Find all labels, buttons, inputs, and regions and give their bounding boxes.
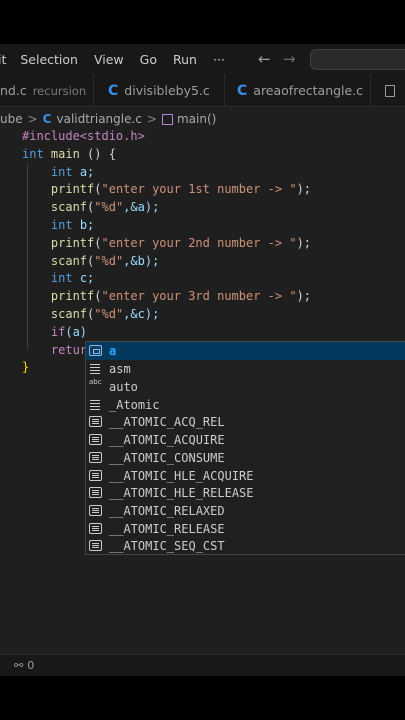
snippet-icon	[89, 470, 102, 482]
code-line: int b;	[50, 217, 95, 232]
snippet-icon	[89, 505, 102, 517]
code-line: scanf("%d",&a);	[50, 200, 160, 215]
suggestion-item[interactable]: __ATOMIC_RELEASE	[86, 520, 405, 538]
suggestion-item[interactable]: __ATOMIC_ACQ_REL	[86, 413, 405, 431]
code-line: printf("enter your 2nd number -> ");	[50, 235, 312, 250]
text-icon	[89, 378, 102, 392]
tab-label: areaofrectangle.c	[253, 83, 364, 98]
snippet-icon	[89, 416, 102, 428]
menu-go[interactable]: Go	[140, 52, 157, 67]
symbol-method-icon	[161, 113, 173, 125]
forward-arrow-icon[interactable]: →	[283, 50, 296, 68]
keyword-icon	[89, 399, 102, 410]
code-line: scanf("%d",&c);	[50, 306, 160, 321]
autocomplete-popup: a asm auto _Atomic __ATOMIC_ACQ_REL __AT…	[85, 341, 405, 555]
code-line: if(a)	[50, 324, 88, 339]
title-bar: it Selection View Go Run ··· ← →	[0, 44, 405, 74]
keyword-icon	[89, 363, 102, 374]
suggestion-item[interactable]: __ATOMIC_HLE_RELEASE	[86, 484, 405, 502]
menu-more[interactable]: ···	[213, 52, 225, 67]
status-bar: ⚯ 0	[0, 654, 405, 676]
tab-overflow[interactable]	[371, 74, 405, 107]
code-line: int a;	[50, 164, 95, 179]
snippet-icon	[89, 487, 102, 499]
code-editor[interactable]: #include<stdio.h> int main () { int a; p…	[22, 128, 311, 377]
ports-icon[interactable]: ⚯	[14, 659, 23, 672]
menu-edit[interactable]: it	[0, 52, 6, 67]
command-center-search[interactable]	[310, 49, 405, 70]
tab-label: divisibleby5.c	[124, 83, 210, 98]
breadcrumb-folder[interactable]: ube	[0, 112, 23, 126]
code-line: printf("enter your 3rd number -> ");	[50, 289, 312, 304]
code-line: scanf("%d",&b);	[50, 253, 160, 268]
suggestion-item[interactable]: _Atomic	[86, 396, 405, 414]
suggestion-item[interactable]: __ATOMIC_CONSUME	[86, 449, 405, 467]
variable-icon	[89, 345, 102, 357]
menu-run[interactable]: Run	[173, 52, 197, 67]
c-file-icon: C	[108, 82, 119, 99]
breadcrumb: ube > C validtriangle.c > main()	[0, 108, 216, 130]
file-icon	[385, 84, 395, 97]
chevron-right-icon: >	[146, 112, 157, 126]
suggestion-item[interactable]: a	[86, 342, 405, 360]
snippet-icon	[89, 452, 102, 464]
breadcrumb-symbol[interactable]: main()	[177, 112, 216, 126]
snippet-icon	[89, 434, 102, 446]
tab-bar: nd.c recursion C divisibleby5.c C areaof…	[0, 74, 405, 107]
breadcrumb-file[interactable]: validtriangle.c	[56, 112, 141, 126]
tab-label: nd.c	[0, 83, 27, 98]
ports-count[interactable]: 0	[27, 659, 34, 672]
back-arrow-icon[interactable]: ←	[258, 50, 271, 68]
suggestion-item[interactable]: __ATOMIC_HLE_ACQUIRE	[86, 467, 405, 485]
suggestion-item[interactable]: __ATOMIC_ACQUIRE	[86, 431, 405, 449]
suggestion-item[interactable]: asm	[86, 360, 405, 378]
code-line: #include<stdio.h>	[22, 129, 145, 143]
snippet-icon	[89, 540, 102, 552]
suggestion-item[interactable]: __ATOMIC_SEQ_CST	[86, 537, 405, 555]
chevron-right-icon: >	[27, 112, 38, 126]
menu-view[interactable]: View	[94, 52, 124, 67]
suggestion-item[interactable]: __ATOMIC_RELAXED	[86, 502, 405, 520]
tab-description: recursion	[32, 83, 87, 98]
c-file-icon: C	[42, 112, 52, 126]
code-line: int c;	[50, 271, 95, 286]
tab-divisibleby5[interactable]: C divisibleby5.c	[94, 74, 225, 107]
editor-window: it Selection View Go Run ··· ← → nd.c re…	[0, 44, 405, 676]
tab-areaofrectangle[interactable]: C areaofrectangle.c	[225, 74, 371, 107]
suggestion-item[interactable]: auto	[86, 378, 405, 396]
code-line: printf("enter your 1st number -> ");	[50, 182, 312, 197]
menu-selection[interactable]: Selection	[20, 52, 78, 67]
code-line: int main () {	[22, 146, 116, 161]
c-file-icon: C	[237, 82, 248, 99]
snippet-icon	[89, 523, 102, 535]
tab-recursion[interactable]: nd.c recursion	[0, 74, 94, 107]
